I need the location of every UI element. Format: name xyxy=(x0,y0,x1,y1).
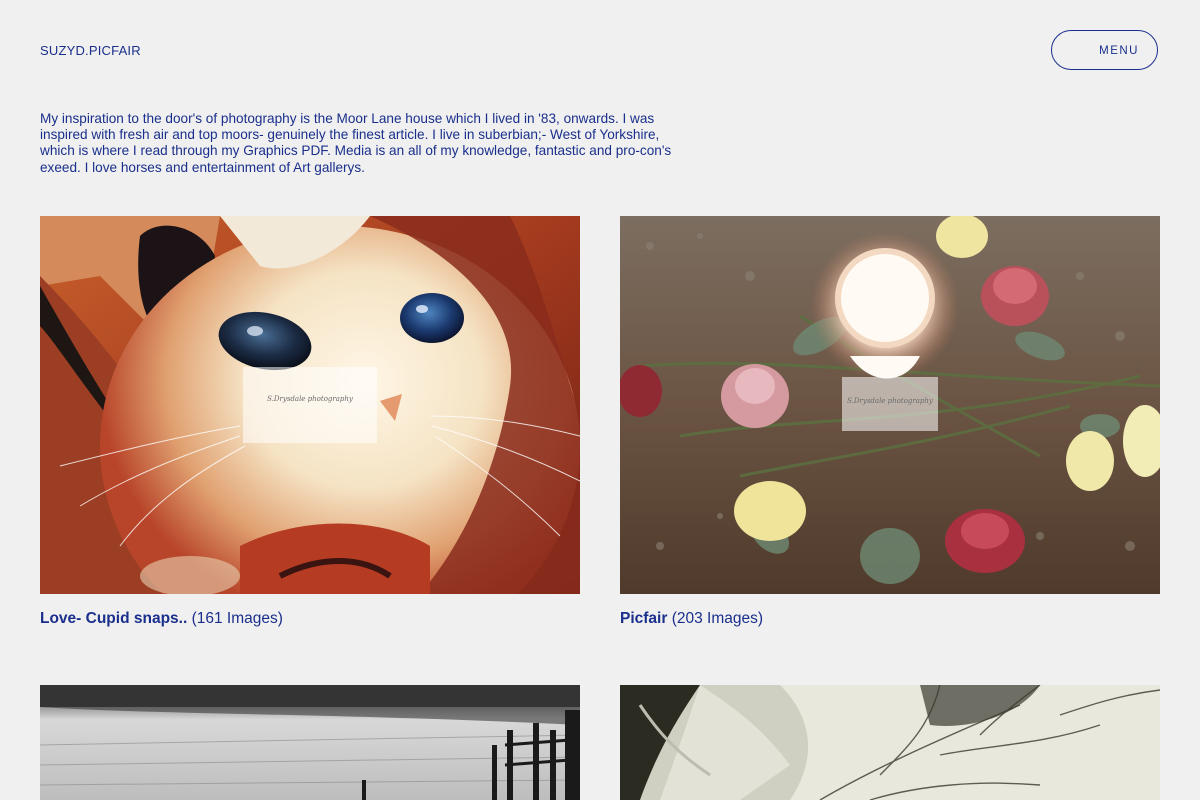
watermark-stamp: S.Drysdale photography xyxy=(842,377,938,431)
portfolio-page: SUZYD.PICFAIR MENU My inspiration to the… xyxy=(0,0,1200,800)
site-brand-link[interactable]: SUZYD.PICFAIR xyxy=(40,43,141,58)
watermark-stamp: S.Drysdale photography xyxy=(243,367,377,443)
leaf-texture-photo xyxy=(620,685,1160,800)
album-thumbnail-love-cupid[interactable]: S.Drysdale photography xyxy=(40,216,580,594)
menu-button[interactable]: MENU xyxy=(1051,30,1158,70)
intro-paragraph: My inspiration to the door's of photogra… xyxy=(40,111,672,175)
moor-fence-bw-photo xyxy=(40,685,580,800)
album-caption-love-cupid[interactable]: Love- Cupid snaps.. (161 Images) xyxy=(40,610,283,628)
album-thumbnail-moor[interactable] xyxy=(40,685,580,800)
album-title: Love- Cupid snaps.. xyxy=(40,610,188,627)
album-caption-picfair[interactable]: Picfair (203 Images) xyxy=(620,610,763,628)
album-thumbnail-leaf[interactable] xyxy=(620,685,1160,800)
album-thumbnail-picfair[interactable]: S.Drysdale photography xyxy=(620,216,1160,594)
album-count: (203 Images) xyxy=(671,610,764,627)
album-count: (161 Images) xyxy=(191,610,283,627)
album-title: Picfair xyxy=(620,610,668,627)
